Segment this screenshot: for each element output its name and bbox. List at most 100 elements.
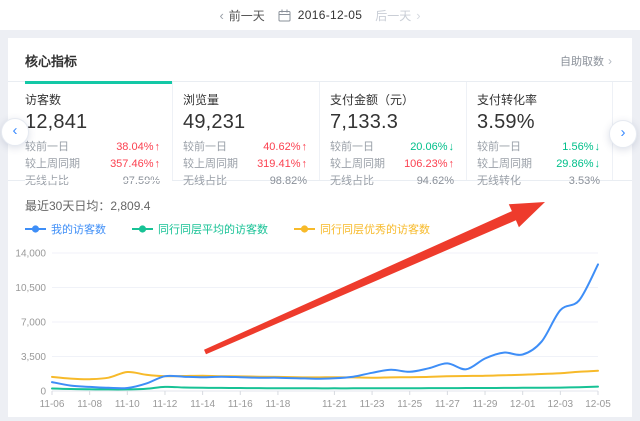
x-axis-tick-label: 11-29 bbox=[473, 399, 498, 410]
metric-sub-row: 无线占比 98.82% bbox=[183, 173, 307, 190]
prev-day-label: 前一天 bbox=[229, 7, 265, 24]
carousel-next-button[interactable]: › bbox=[609, 120, 637, 148]
x-axis-tick-label: 11-14 bbox=[190, 399, 215, 410]
self-service-data-label: 自助取数 bbox=[560, 53, 604, 69]
metric-sub-value: 357.46%↑ bbox=[110, 156, 160, 173]
metric-sub-row: 较上周同期 319.41%↑ bbox=[183, 156, 307, 173]
metric-sub-label: 无线占比 bbox=[183, 173, 227, 190]
legend-label: 同行同层平均的访客数 bbox=[158, 221, 268, 237]
metric-sub-value: 98.82% bbox=[270, 173, 307, 190]
metric-sub-value: 38.04%↑ bbox=[116, 139, 160, 156]
metric-sub-value: 319.41%↑ bbox=[257, 156, 307, 173]
down-arrow-icon: ↓ bbox=[595, 141, 601, 153]
legend-label: 我的访客数 bbox=[51, 221, 106, 237]
metric-title: 支付金额（元） bbox=[330, 91, 454, 108]
metric-sub-label: 较上周同期 bbox=[183, 156, 238, 173]
x-axis-tick-label: 11-18 bbox=[266, 399, 291, 410]
metric-card-2[interactable]: 支付金额（元）7,133.3较前一日20.06%↓较上周同期106.23%↑无线… bbox=[319, 82, 466, 180]
chevron-right-icon: › bbox=[608, 54, 612, 68]
up-arrow-icon: ↑ bbox=[302, 158, 308, 170]
prev-day-button[interactable]: ‹ 前一天 bbox=[219, 7, 264, 24]
carousel-prev-button[interactable]: ‹ bbox=[1, 118, 29, 146]
up-arrow-icon: ↑ bbox=[155, 141, 161, 153]
down-arrow-icon: ↓ bbox=[449, 141, 455, 153]
metric-sub-value: 94.62% bbox=[417, 173, 454, 190]
legend-line-marker-icon bbox=[294, 224, 315, 234]
metric-sub-label: 无线转化 bbox=[477, 173, 521, 190]
core-metrics-panel: 核心指标 自助取数 › 访客数 12,841 较前一日 38.04%↑ 较上周同期 357… bbox=[8, 38, 632, 417]
down-arrow-icon: ↓ bbox=[595, 158, 601, 170]
metric-sub-label: 较上周同期 bbox=[330, 156, 385, 173]
up-arrow-icon: ↑ bbox=[302, 141, 308, 153]
x-axis-tick-label: 11-16 bbox=[228, 399, 253, 410]
x-axis-tick-label: 12-05 bbox=[585, 399, 611, 410]
metric-sub-label: 较前一日 bbox=[183, 139, 227, 156]
legend-item-0[interactable]: 我的访客数 bbox=[25, 221, 106, 237]
metric-title: 访客数 bbox=[25, 91, 160, 108]
metric-sub-label: 较前一日 bbox=[477, 139, 521, 156]
current-date[interactable]: 2016-12-05 bbox=[298, 8, 362, 22]
metric-sub-value: 106.23%↑ bbox=[404, 156, 454, 173]
x-axis-tick-label: 11-12 bbox=[153, 399, 178, 410]
metric-cards-row: 访客数12,841较前一日38.04%↑较上周同期357.46%↑无线占比97.… bbox=[8, 81, 632, 181]
series-line-我的访客数 bbox=[52, 264, 598, 388]
chart-average-label: 最近30天日均：2,809.4 bbox=[25, 197, 632, 214]
metric-card-3[interactable]: 支付转化率3.59%较前一日1.56%↓较上周同期29.86%↓无线转化3.53… bbox=[466, 82, 613, 180]
x-axis-tick-label: 11-21 bbox=[322, 399, 347, 410]
chevron-left-icon: ‹ bbox=[219, 8, 223, 23]
visitors-line-chart: 03,5007,00010,50014,00011-0611-0811-1011… bbox=[8, 241, 632, 421]
legend-line-marker-icon bbox=[25, 224, 46, 234]
legend-label: 同行同层优秀的访客数 bbox=[320, 221, 430, 237]
legend-line-marker-icon bbox=[132, 224, 153, 234]
metric-sub-row: 较前一日 20.06%↓ bbox=[330, 139, 454, 156]
metric-card-1[interactable]: 浏览量49,231较前一日40.62%↑较上周同期319.41%↑无线占比98.… bbox=[172, 82, 319, 180]
metric-sub-row: 较上周同期 29.86%↓ bbox=[477, 156, 600, 173]
metric-sub-label: 较上周同期 bbox=[25, 156, 80, 173]
y-axis-tick-label: 7,000 bbox=[21, 318, 46, 329]
metric-title: 支付转化率 bbox=[477, 91, 600, 108]
up-arrow-icon: ↑ bbox=[155, 158, 161, 170]
metric-sub-label: 无线占比 bbox=[25, 173, 69, 190]
x-axis-tick-label: 11-08 bbox=[77, 399, 102, 410]
metric-title: 浏览量 bbox=[183, 91, 307, 108]
metric-sub-label: 较前一日 bbox=[330, 139, 374, 156]
date-navigation-bar: ‹ 前一天 2016-12-05 后一天 › bbox=[0, 0, 640, 30]
x-axis-tick-label: 12-03 bbox=[548, 399, 574, 410]
metric-value: 49,231 bbox=[183, 111, 307, 134]
y-axis-tick-label: 14,000 bbox=[15, 249, 46, 260]
metric-sub-value: 29.86%↓ bbox=[556, 156, 600, 173]
metric-sub-label: 无线占比 bbox=[330, 173, 374, 190]
x-axis-tick-label: 11-25 bbox=[397, 399, 422, 410]
next-day-button[interactable]: 后一天 › bbox=[375, 7, 420, 24]
metric-sub-row: 无线占比 97.59% bbox=[25, 173, 160, 190]
metric-sub-row: 较前一日 38.04%↑ bbox=[25, 139, 160, 156]
metric-value: 7,133.3 bbox=[330, 111, 454, 134]
y-axis-tick-label: 10,500 bbox=[15, 283, 46, 294]
metric-sub-value: 3.53% bbox=[569, 173, 600, 190]
up-arrow-icon: ↑ bbox=[449, 158, 455, 170]
metric-sub-value: 20.06%↓ bbox=[410, 139, 454, 156]
metric-sub-value: 1.56%↓ bbox=[562, 139, 600, 156]
section-title: 核心指标 bbox=[25, 51, 77, 70]
metric-sub-label: 较上周同期 bbox=[477, 156, 532, 173]
self-service-data-link[interactable]: 自助取数 › bbox=[560, 53, 612, 69]
y-axis-tick-label: 3,500 bbox=[21, 352, 46, 363]
legend-item-1[interactable]: 同行同层平均的访客数 bbox=[132, 221, 268, 237]
metric-card-0[interactable]: 访客数12,841较前一日38.04%↑较上周同期357.46%↑无线占比97.… bbox=[25, 82, 172, 180]
chart-legend: 我的访客数 同行同层平均的访客数 同行同层优秀的访客数 bbox=[25, 221, 632, 237]
metric-sub-value: 97.59% bbox=[123, 173, 160, 190]
x-axis-tick-label: 11-23 bbox=[360, 399, 385, 410]
metric-value: 3.59% bbox=[477, 111, 600, 134]
x-axis-tick-label: 11-27 bbox=[435, 399, 460, 410]
metric-sub-row: 无线转化 3.53% bbox=[477, 173, 600, 190]
trend-chart-section: 最近30天日均：2,809.4 我的访客数 同行同层平均的访客数 同行同层优秀的访客… bbox=[8, 197, 632, 421]
metric-sub-value: 40.62%↑ bbox=[263, 139, 307, 156]
x-axis-tick-label: 12-01 bbox=[510, 399, 536, 410]
metric-value: 12,841 bbox=[25, 111, 160, 134]
metric-sub-row: 较前一日 1.56%↓ bbox=[477, 139, 600, 156]
legend-item-2[interactable]: 同行同层优秀的访客数 bbox=[294, 221, 430, 237]
metric-sub-row: 较上周同期 357.46%↑ bbox=[25, 156, 160, 173]
metric-sub-label: 较前一日 bbox=[25, 139, 69, 156]
next-day-label: 后一天 bbox=[375, 7, 411, 24]
y-axis-tick-label: 0 bbox=[40, 387, 46, 398]
